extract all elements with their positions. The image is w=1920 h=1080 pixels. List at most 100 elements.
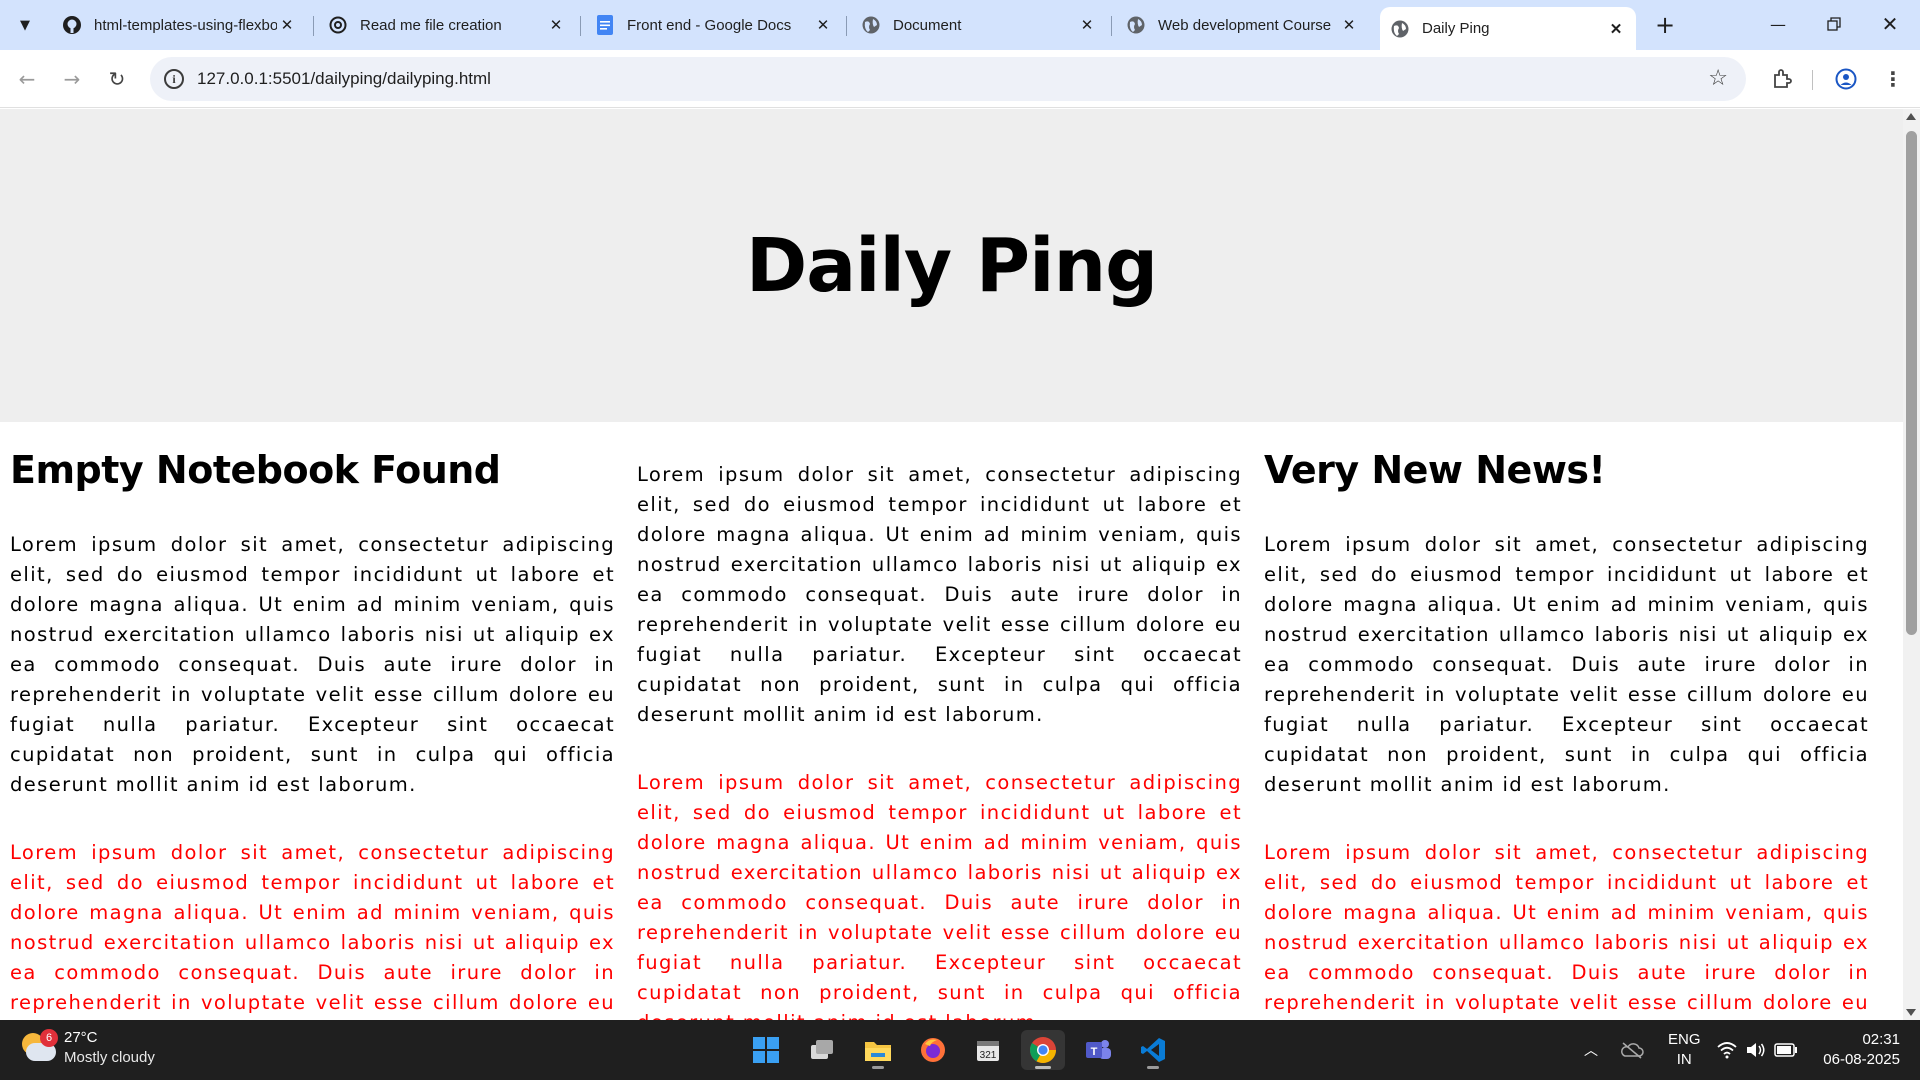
clock-date: 06-08-2025 bbox=[1823, 1051, 1900, 1068]
profile-button[interactable] bbox=[1830, 63, 1862, 95]
tab-readme[interactable]: Read me file creation ✕ bbox=[318, 7, 576, 43]
column-paragraph: Lorem ipsum dolor sit amet, consectetur … bbox=[1264, 533, 1869, 796]
wifi-button[interactable] bbox=[1716, 1020, 1738, 1080]
column-red-paragraph: Lorem ipsum dolor sit amet, consectetur … bbox=[10, 841, 615, 1014]
menu-button[interactable]: ⋮ bbox=[1877, 63, 1909, 95]
chrome-icon bbox=[1029, 1037, 1057, 1064]
start-button[interactable] bbox=[744, 1030, 788, 1070]
tab-strip: ▼ html-templates-using-flexbox ✕ Read me… bbox=[0, 0, 1920, 50]
arrow-right-icon: → bbox=[63, 67, 81, 91]
chevron-up-icon: ︿ bbox=[1584, 1042, 1598, 1058]
minimize-icon: — bbox=[1770, 14, 1786, 34]
address-bar[interactable]: i 127.0.0.1:5501/dailyping/dailyping.htm… bbox=[150, 57, 1746, 101]
firefox-button[interactable] bbox=[911, 1030, 955, 1070]
window-close-button[interactable]: ✕ bbox=[1862, 0, 1918, 48]
url-text[interactable]: 127.0.0.1:5501/dailyping/dailyping.html bbox=[197, 69, 491, 89]
scroll-up-arrow-icon[interactable] bbox=[1906, 113, 1916, 120]
tab-separator bbox=[313, 16, 314, 36]
windows-taskbar: 6 27°C Mostly cloudy 321 T ︿ ENG IN 02:3… bbox=[0, 1020, 1920, 1080]
restore-icon bbox=[1827, 17, 1841, 31]
windows-start-icon bbox=[753, 1037, 779, 1063]
reload-icon: ↻ bbox=[108, 67, 126, 91]
clock-time: 02:31 bbox=[1862, 1031, 1900, 1048]
close-icon[interactable]: ✕ bbox=[1339, 15, 1359, 35]
onedrive-button[interactable] bbox=[1620, 1020, 1644, 1080]
kebab-menu-icon: ⋮ bbox=[1883, 67, 1903, 91]
teams-icon: T bbox=[1086, 1040, 1111, 1059]
profile-icon bbox=[1835, 68, 1857, 90]
tab-document[interactable]: Document ✕ bbox=[851, 7, 1107, 43]
puzzle-icon bbox=[1774, 69, 1792, 88]
column-red-paragraph: Lorem ipsum dolor sit amet, consectetur … bbox=[637, 771, 1242, 1020]
close-icon[interactable]: ✕ bbox=[1606, 19, 1626, 39]
language-indicator[interactable]: ENG IN bbox=[1668, 1030, 1701, 1070]
task-view-button[interactable] bbox=[800, 1030, 844, 1070]
calendar-app-button[interactable]: 321 bbox=[966, 1030, 1010, 1070]
volume-button[interactable] bbox=[1745, 1020, 1767, 1080]
running-indicator bbox=[872, 1066, 884, 1069]
forward-button[interactable]: → bbox=[56, 63, 88, 95]
tab-web-dev[interactable]: Web development Course ✕ bbox=[1116, 7, 1369, 43]
tab-separator bbox=[1111, 16, 1112, 36]
page-scrollbar[interactable] bbox=[1903, 109, 1920, 1020]
plus-icon: + bbox=[1654, 11, 1676, 39]
minimize-button[interactable]: — bbox=[1750, 0, 1806, 48]
close-icon: ✕ bbox=[1881, 12, 1899, 36]
column-heading: Very New News! bbox=[1264, 448, 1606, 492]
tab-separator bbox=[580, 16, 581, 36]
column-paragraph: Lorem ipsum dolor sit amet, consectetur … bbox=[10, 533, 615, 796]
extensions-button[interactable] bbox=[1766, 63, 1798, 95]
column-news: Very New News! Lorem ipsum dolor sit ame… bbox=[1264, 422, 1891, 1020]
teams-button[interactable]: T bbox=[1076, 1030, 1120, 1070]
battery-icon bbox=[1774, 1043, 1797, 1057]
page-title: Daily Ping bbox=[745, 222, 1158, 309]
onedrive-offline-icon bbox=[1621, 1042, 1644, 1059]
firefox-icon bbox=[921, 1038, 945, 1062]
vscode-button[interactable] bbox=[1131, 1030, 1175, 1070]
battery-button[interactable] bbox=[1774, 1020, 1798, 1080]
close-icon[interactable]: ✕ bbox=[1077, 15, 1097, 35]
weather-badge: 6 bbox=[40, 1029, 58, 1047]
new-tab-button[interactable]: + bbox=[1650, 10, 1680, 40]
close-icon[interactable]: ✕ bbox=[546, 15, 566, 35]
chevron-down-icon: ▼ bbox=[20, 17, 30, 33]
content-columns: Empty Notebook Found Lorem ipsum dolor s… bbox=[0, 422, 1903, 1020]
weather-widget[interactable]: 6 27°C Mostly cloudy bbox=[18, 1028, 155, 1068]
column-paragraph: Lorem ipsum dolor sit amet, consectetur … bbox=[637, 463, 1242, 726]
tab-title: Web development Course bbox=[1158, 16, 1332, 34]
google-docs-icon bbox=[595, 15, 615, 35]
back-button[interactable]: ← bbox=[11, 63, 43, 95]
column-heading: Empty Notebook Found bbox=[10, 448, 501, 492]
running-indicator bbox=[1147, 1066, 1159, 1069]
system-clock[interactable]: 02:31 06-08-2025 bbox=[1823, 1030, 1900, 1070]
file-explorer-icon bbox=[865, 1042, 891, 1061]
scroll-down-arrow-icon[interactable] bbox=[1906, 1009, 1916, 1016]
reload-button[interactable]: ↻ bbox=[101, 63, 133, 95]
tab-title: Document bbox=[893, 16, 962, 34]
tab-daily-ping[interactable]: Daily Ping ✕ bbox=[1380, 7, 1636, 50]
tab-search-button[interactable]: ▼ bbox=[10, 10, 40, 40]
bookmark-star-icon[interactable]: ☆ bbox=[1708, 66, 1728, 91]
tab-github[interactable]: html-templates-using-flexbox ✕ bbox=[52, 7, 307, 43]
globe-icon bbox=[861, 15, 881, 35]
globe-icon bbox=[1126, 15, 1146, 35]
page-viewport: Daily Ping Empty Notebook Found Lorem ip… bbox=[0, 109, 1903, 1020]
tab-google-docs[interactable]: Front end - Google Docs ✕ bbox=[585, 7, 843, 43]
vscode-icon bbox=[1141, 1038, 1165, 1062]
tab-title: html-templates-using-flexbox bbox=[94, 16, 277, 34]
close-icon[interactable]: ✕ bbox=[813, 15, 833, 35]
tab-title: Read me file creation bbox=[360, 16, 502, 34]
tray-overflow-button[interactable]: ︿ bbox=[1584, 1020, 1598, 1080]
tab-title: Front end - Google Docs bbox=[627, 16, 792, 34]
arrow-left-icon: ← bbox=[18, 67, 36, 91]
chrome-button[interactable] bbox=[1021, 1030, 1065, 1070]
running-indicator bbox=[1035, 1066, 1051, 1069]
scrollbar-thumb[interactable] bbox=[1906, 131, 1917, 635]
restore-button[interactable] bbox=[1806, 0, 1862, 48]
tab-separator bbox=[846, 16, 847, 36]
site-info-icon[interactable]: i bbox=[164, 69, 184, 89]
close-icon[interactable]: ✕ bbox=[277, 15, 297, 35]
file-explorer-button[interactable] bbox=[856, 1030, 900, 1070]
column-notebook: Empty Notebook Found Lorem ipsum dolor s… bbox=[10, 422, 637, 1020]
column-red-paragraph: Lorem ipsum dolor sit amet, consectetur … bbox=[1264, 841, 1869, 1014]
